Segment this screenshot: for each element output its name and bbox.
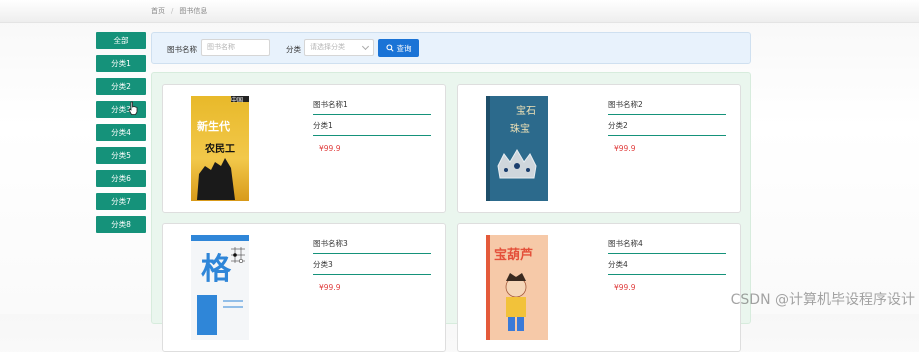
cover-text-line-1: 格 xyxy=(201,252,232,287)
book-cover-image: 格 xyxy=(191,235,249,340)
category-sidebar: 全部 分类1 分类2 分类3 分类4 分类5 分类6 分类7 分类8 xyxy=(96,32,146,239)
book-price: ¥99.9 xyxy=(614,283,636,292)
book-info: 图书名称2 分类2 ¥99.9 xyxy=(608,99,726,153)
cover-text-line-1: 宝石 xyxy=(516,104,536,117)
category-1-button[interactable]: 分类1 xyxy=(96,55,146,72)
hand-cursor-icon xyxy=(128,101,138,115)
cover-text-line-2: 珠宝 xyxy=(510,122,530,135)
book-price: ¥99.9 xyxy=(319,144,341,153)
book-price: ¥99.9 xyxy=(319,283,341,292)
book-info: 图书名称3 分类3 ¥99.9 xyxy=(313,238,431,292)
book-price: ¥99.9 xyxy=(614,144,636,153)
book-title[interactable]: 图书名称1 xyxy=(313,99,431,115)
book-card[interactable]: 宝石 珠宝 图书名称2 分类2 ¥99.9 xyxy=(457,84,741,213)
top-bar: 首页 / 图书信息 xyxy=(0,0,919,23)
search-panel: 图书名称 图书名称 分类 请选择分类 查询 xyxy=(151,32,751,64)
book-title[interactable]: 图书名称3 xyxy=(313,238,431,254)
book-cover-image: 宝石 珠宝 xyxy=(486,96,548,201)
query-button[interactable]: 查询 xyxy=(378,39,419,57)
category-4-button[interactable]: 分类4 xyxy=(96,124,146,141)
query-button-label: 查询 xyxy=(396,43,412,53)
category-6-button[interactable]: 分类6 xyxy=(96,170,146,187)
category-3-button[interactable]: 分类3 xyxy=(96,101,146,118)
breadcrumb: 首页 / 图书信息 xyxy=(151,6,207,16)
book-category: 分类1 xyxy=(313,115,431,136)
breadcrumb-home[interactable]: 首页 xyxy=(151,7,165,15)
book-card[interactable]: 新生代 农民工 中国 图书名称1 分类1 ¥99.9 xyxy=(162,84,446,213)
category-5-button[interactable]: 分类5 xyxy=(96,147,146,164)
category-select-placeholder: 请选择分类 xyxy=(310,43,345,51)
book-category: 分类2 xyxy=(608,115,726,136)
book-name-input[interactable]: 图书名称 xyxy=(201,39,270,56)
book-info: 图书名称1 分类1 ¥99.9 xyxy=(313,99,431,153)
watermark-text: CSDN @计算机毕设程序设计 xyxy=(730,292,915,308)
book-category: 分类4 xyxy=(608,254,726,275)
book-category: 分类3 xyxy=(313,254,431,275)
book-cover-image: 新生代 农民工 中国 xyxy=(191,96,249,201)
book-card[interactable]: 宝葫芦 图书名称4 分类4 ¥99.9 xyxy=(457,223,741,352)
book-card[interactable]: 格 图书名称3 分类3 ¥99.9 xyxy=(162,223,446,352)
book-title[interactable]: 图书名称2 xyxy=(608,99,726,115)
cover-text-line-1: 宝葫芦 xyxy=(494,247,533,263)
book-grid: 新生代 农民工 中国 图书名称1 分类1 ¥99.9 宝石 珠宝 图书名称2 分… xyxy=(151,72,751,352)
category-select[interactable]: 请选择分类 xyxy=(304,39,374,56)
breadcrumb-current: 图书信息 xyxy=(179,7,208,15)
category-all-button[interactable]: 全部 xyxy=(96,32,146,49)
cover-text-line-2: 农民工 xyxy=(204,142,235,155)
category-label: 分类 xyxy=(286,45,301,54)
book-cover-image: 宝葫芦 xyxy=(486,235,548,340)
search-icon xyxy=(385,44,394,52)
book-name-label: 图书名称 xyxy=(167,45,197,54)
chevron-down-icon xyxy=(361,42,370,51)
cover-top-text: 中国 xyxy=(231,96,243,104)
book-info: 图书名称4 分类4 ¥99.9 xyxy=(608,238,726,292)
breadcrumb-separator: / xyxy=(171,7,174,15)
book-title[interactable]: 图书名称4 xyxy=(608,238,726,254)
category-7-button[interactable]: 分类7 xyxy=(96,193,146,210)
category-2-button[interactable]: 分类2 xyxy=(96,78,146,95)
cover-text-line-1: 新生代 xyxy=(197,119,230,133)
category-8-button[interactable]: 分类8 xyxy=(96,216,146,233)
